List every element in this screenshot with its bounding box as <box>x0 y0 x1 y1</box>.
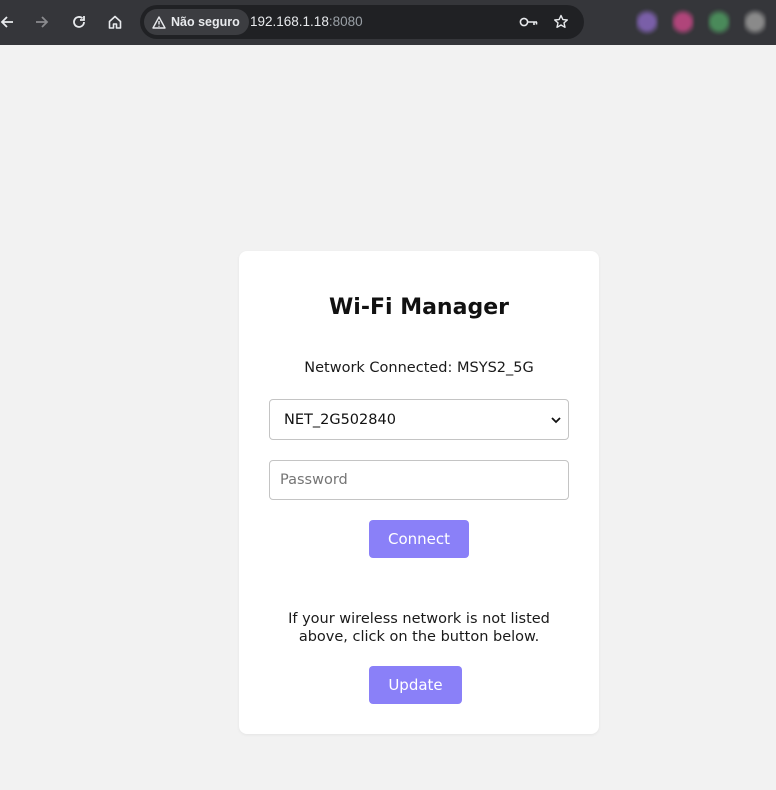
connect-button[interactable]: Connect <box>369 520 469 558</box>
password-input[interactable] <box>269 460 569 500</box>
security-label: Não seguro <box>171 15 240 29</box>
update-note: If your wireless network is not listed a… <box>288 611 550 645</box>
back-icon <box>0 16 13 28</box>
extension-icon-1[interactable] <box>636 8 658 36</box>
bookmark-button[interactable] <box>551 12 571 32</box>
page-title: Wi-Fi Manager <box>329 295 509 320</box>
extension-icon-3[interactable] <box>708 8 730 36</box>
chevron-down-icon <box>551 417 561 424</box>
url-host: 192.168.1.18 <box>250 14 329 29</box>
address-bar[interactable]: Não seguro 192.168.1.18:8080 <box>140 5 584 39</box>
key-icon <box>519 17 538 27</box>
extension-icon-4[interactable] <box>744 8 766 36</box>
back-button[interactable] <box>0 7 22 37</box>
url-text[interactable]: 192.168.1.18:8080 <box>250 5 363 39</box>
connected-network-text: Network Connected: MSYS2_5G <box>304 360 534 376</box>
network-select[interactable]: NET_2G502840 <box>269 399 569 440</box>
browser-toolbar: Não seguro 192.168.1.18:8080 <box>0 0 776 45</box>
password-key-button[interactable] <box>519 12 539 32</box>
network-select-value: NET_2G502840 <box>284 412 396 428</box>
home-button[interactable] <box>100 7 130 37</box>
extension-icon-2[interactable] <box>672 8 694 36</box>
security-chip[interactable]: Não seguro <box>144 9 249 35</box>
home-icon <box>108 15 122 29</box>
forward-button[interactable] <box>27 7 57 37</box>
reload-button[interactable] <box>64 7 94 37</box>
star-icon <box>554 14 568 28</box>
forward-icon <box>36 16 49 28</box>
wifi-manager-card: Wi-Fi Manager Network Connected: MSYS2_5… <box>239 251 599 734</box>
url-port: :8080 <box>328 14 363 29</box>
update-button[interactable]: Update <box>369 666 462 704</box>
warning-icon <box>152 15 166 29</box>
reload-icon <box>73 16 85 28</box>
